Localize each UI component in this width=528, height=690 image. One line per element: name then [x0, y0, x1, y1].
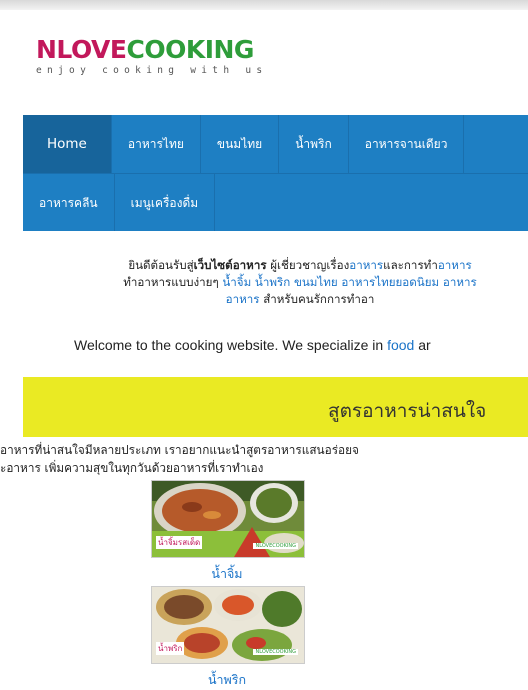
- logo-part-cooking: COOKING: [126, 35, 254, 64]
- description-line-2: ะอาหาร เพิ่มความสุขในทุกวันด้วยอาหารที่เ…: [0, 461, 264, 475]
- nav-item-clean-food[interactable]: อาหารคลีน: [23, 174, 115, 231]
- nav-item-thai-food[interactable]: อาหารไทย: [112, 115, 201, 173]
- section-description: อาหารที่น่าสนใจมีหลายประเภท เราอยากแนะนำ…: [0, 441, 528, 477]
- logo-part-nlove: NLOVE: [36, 35, 127, 64]
- logo-wordmark: NLOVECOOKING: [36, 36, 267, 64]
- intro-line-3: อาหาร สำหรับคนรักการทำอา: [0, 291, 528, 308]
- intro-text: ผู้เชี่ยวชาญเรื่อง: [266, 258, 350, 272]
- nav-row-1: Home อาหารไทย ขนมไทย น้ำพริก อาหารจานเดี…: [23, 115, 528, 173]
- intro-line-2: ทำอาหารแบบง่ายๆ น้ำจิ้ม น้ำพริก ขนมไทย อ…: [0, 274, 528, 291]
- description-line-1: อาหารที่น่าสนใจมีหลายประเภท เราอยากแนะนำ…: [0, 443, 359, 457]
- logo-tagline: enjoy cooking with us: [36, 65, 268, 76]
- nav-row-2: อาหารคลีน เมนูเครื่องดื่ม: [23, 173, 528, 231]
- intro-link-food[interactable]: อาหาร: [443, 275, 477, 289]
- thumbnail-label: น้ำจิ้มรสเด็ด: [156, 536, 203, 549]
- intro-link-chili-paste[interactable]: น้ำพริก: [255, 275, 290, 289]
- nav-item-drinks[interactable]: เมนูเครื่องดื่ม: [115, 174, 216, 231]
- recipe-card-chili-paste[interactable]: น้ำพริก NLOVECOOKING น้ำพริก: [151, 586, 305, 690]
- recipe-thumbnail-chili-paste[interactable]: น้ำพริก NLOVECOOKING: [151, 586, 305, 664]
- intro-text: และการทำ: [383, 258, 438, 272]
- intro-paragraph: ยินดีต้อนรับสู่เว็บไซต์อาหาร ผู้เชี่ยวชา…: [0, 257, 528, 308]
- intro-link-thai-dessert[interactable]: ขนมไทย: [294, 275, 338, 289]
- intro-link-popular-thai[interactable]: อาหารไทยยอดนิยม: [341, 275, 439, 289]
- intro-text: ทำอาหารแบบง่ายๆ: [123, 275, 223, 289]
- site-logo[interactable]: NLOVECOOKING enjoy cooking with us: [36, 36, 268, 77]
- section-title: สูตรอาหารน่าสนใจ: [328, 400, 487, 422]
- welcome-english: Welcome to the cooking website. We speci…: [74, 337, 431, 353]
- nav-item-home[interactable]: Home: [23, 115, 112, 173]
- intro-bold: เว็บไซต์อาหาร: [193, 258, 267, 272]
- intro-text: สำหรับคนรักการทำอา: [259, 292, 375, 306]
- intro-link-food[interactable]: อาหาร: [438, 258, 472, 272]
- nav-item-chili-paste[interactable]: น้ำพริก: [279, 115, 349, 173]
- welcome-tail: ar: [414, 337, 431, 353]
- intro-link-food[interactable]: อาหาร: [226, 292, 260, 306]
- welcome-link-food[interactable]: food: [387, 337, 414, 353]
- main-nav: Home อาหารไทย ขนมไทย น้ำพริก อาหารจานเดี…: [23, 115, 528, 231]
- thumbnail-label: น้ำพริก: [156, 642, 185, 655]
- welcome-text: Welcome to the cooking website. We speci…: [74, 337, 388, 353]
- nav-item-thai-dessert[interactable]: ขนมไทย: [201, 115, 280, 173]
- intro-text: ยินดีต้อนรับสู่: [128, 258, 194, 272]
- thumbnail-watermark: NLOVECOOKING: [253, 543, 298, 549]
- intro-link-dip[interactable]: น้ำจิ้ม: [222, 275, 251, 289]
- recipe-link-dip[interactable]: น้ำจิ้ม: [151, 564, 303, 584]
- recipe-link-chili-paste[interactable]: น้ำพริก: [151, 670, 303, 690]
- browser-top-edge: [0, 0, 528, 10]
- recipe-thumbnail-dip[interactable]: น้ำจิ้มรสเด็ด NLOVECOOKING: [151, 480, 305, 558]
- recipe-card-dip[interactable]: น้ำจิ้มรสเด็ด NLOVECOOKING น้ำจิ้ม: [151, 480, 305, 584]
- thumbnail-watermark: NLOVECOOKING: [253, 649, 298, 655]
- intro-link-food[interactable]: อาหาร: [349, 258, 383, 272]
- nav-item-single-dish[interactable]: อาหารจานเดียว: [349, 115, 465, 173]
- intro-line-1: ยินดีต้อนรับสู่เว็บไซต์อาหาร ผู้เชี่ยวชา…: [0, 257, 528, 274]
